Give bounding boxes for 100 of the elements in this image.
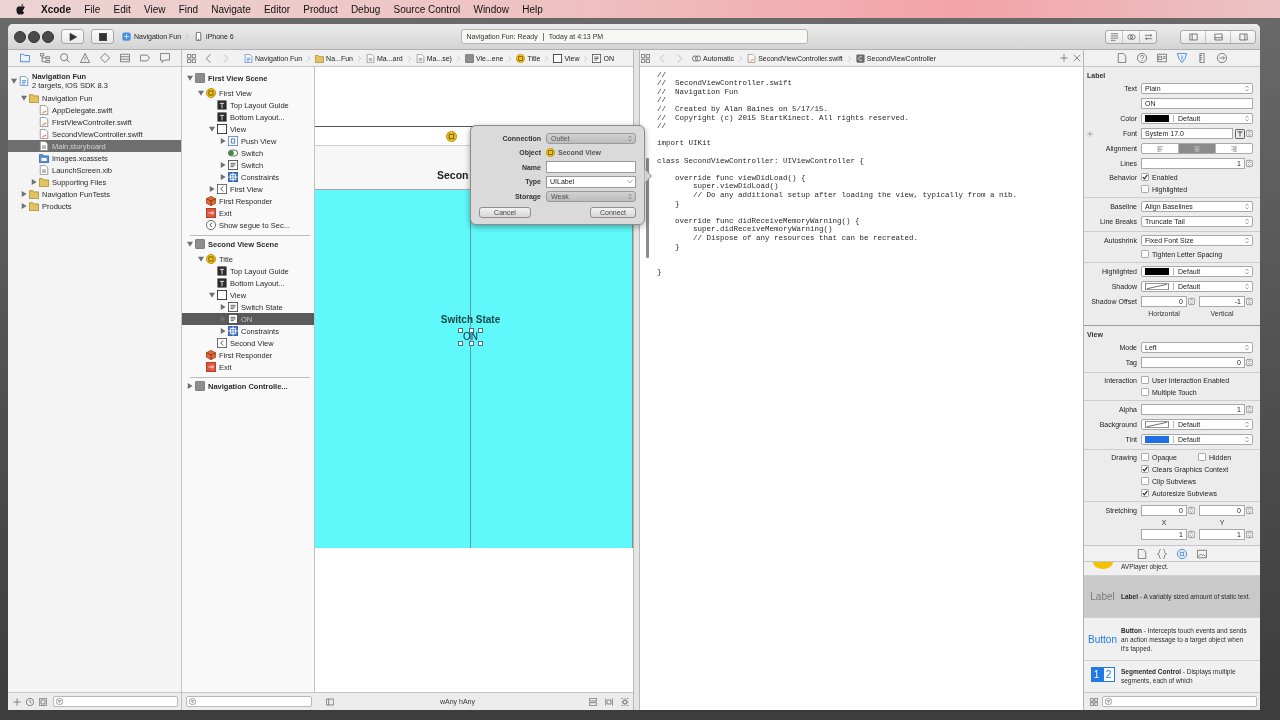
popup-arrows-icon	[1244, 218, 1250, 225]
grid-box-icon	[39, 697, 47, 706]
checkbox[interactable]	[1198, 453, 1206, 461]
disclosure-triangle-icon[interactable]	[11, 77, 17, 84]
canvas-label[interactable]: Switch State	[440, 314, 501, 326]
alignment-segment[interactable]	[1178, 144, 1215, 153]
disclosure-triangle-icon[interactable]	[220, 162, 226, 168]
disclosure-triangle-icon[interactable]	[209, 292, 215, 298]
navigator-tab[interactable]	[40, 53, 50, 63]
disclosure-triangle-icon[interactable]	[187, 241, 193, 247]
close-button[interactable]	[14, 30, 26, 43]
inspector-tab[interactable]	[1137, 53, 1147, 63]
view-icon	[217, 124, 227, 134]
name-field[interactable]	[546, 161, 636, 174]
menu-item[interactable]: Editor	[257, 3, 297, 15]
disclosure-triangle-icon[interactable]	[187, 75, 193, 81]
minimize-button[interactable]	[28, 30, 40, 43]
menu-item[interactable]: Product	[296, 3, 345, 15]
disclosure-triangle-icon[interactable]	[220, 138, 226, 144]
inspector-tab[interactable]	[1157, 53, 1167, 63]
file-icon	[39, 129, 49, 139]
assistant-editor-button[interactable]	[1122, 30, 1139, 43]
ruler-icon	[1197, 53, 1207, 63]
run-button[interactable]	[61, 29, 84, 44]
sidebar-right-icon	[1238, 32, 1248, 41]
canvas-label[interactable]: ON	[458, 328, 483, 346]
library-tab[interactable]	[1197, 548, 1207, 559]
filter-field[interactable]	[186, 696, 312, 707]
menu-item[interactable]: Find	[172, 3, 205, 15]
disclosure-triangle-icon[interactable]	[21, 203, 27, 209]
label-object-icon	[228, 314, 238, 324]
disclosure-triangle-icon[interactable]	[220, 174, 226, 180]
label-preview: Label	[1090, 591, 1115, 602]
checkbox[interactable]	[1141, 376, 1149, 384]
navigator-tab[interactable]	[100, 53, 110, 63]
checkbox[interactable]	[1141, 477, 1149, 485]
align-left-icon	[1156, 145, 1164, 152]
plus-icon	[1087, 130, 1093, 137]
disclosure-triangle-icon[interactable]	[31, 179, 37, 185]
panel-bottom-icon	[1213, 32, 1223, 41]
navigation-item-icon	[217, 184, 227, 194]
checkbox[interactable]	[1141, 465, 1149, 473]
chevron-right-icon	[406, 54, 412, 62]
stop-button[interactable]	[91, 29, 114, 44]
navigator-tab[interactable]	[160, 53, 170, 63]
checkbox[interactable]	[1141, 250, 1149, 258]
inspector-tab[interactable]	[1217, 53, 1227, 63]
popup-arrows-icon	[627, 134, 633, 142]
inspector-tab[interactable]	[1117, 53, 1127, 63]
disclosure-triangle-icon[interactable]	[220, 328, 226, 334]
disclosure-triangle-icon[interactable]	[198, 256, 204, 262]
chevron-right-icon	[185, 33, 191, 40]
checkbox[interactable]	[1141, 453, 1149, 461]
disclosure-triangle-icon[interactable]	[220, 304, 226, 310]
navigator-tab[interactable]	[140, 53, 150, 63]
disclosure-triangle-icon[interactable]	[209, 186, 215, 192]
constraints-icon	[228, 172, 238, 182]
inspector-tab[interactable]	[1177, 53, 1187, 63]
navigator-tab[interactable]	[60, 53, 70, 63]
disclosure-triangle-icon[interactable]	[198, 90, 204, 96]
filter-field[interactable]	[53, 696, 178, 707]
checkbox[interactable]	[1141, 173, 1149, 181]
inspector-tab[interactable]	[1197, 53, 1207, 63]
navigator-tab[interactable]	[120, 53, 130, 63]
chevron-right-icon	[455, 54, 461, 62]
stepper-icon	[1188, 505, 1195, 516]
disclosure-triangle-icon[interactable]	[209, 126, 215, 132]
menu-item[interactable]: File	[77, 3, 107, 15]
filter-field[interactable]	[1102, 696, 1257, 707]
folder-icon	[29, 93, 39, 103]
grid-icon	[187, 53, 196, 63]
zoom-button[interactable]	[42, 30, 54, 43]
checkbox[interactable]	[1141, 388, 1149, 396]
menu-item[interactable]: Help	[515, 3, 550, 15]
checkbox[interactable]	[1141, 185, 1149, 193]
disclosure-triangle-icon[interactable]	[21, 95, 27, 101]
menu-item[interactable]: Navigate	[204, 3, 258, 15]
grid-icon	[1090, 697, 1098, 706]
navigator-tab[interactable]	[80, 53, 90, 63]
menu-item[interactable]: Debug	[344, 3, 387, 15]
menu-item[interactable]: Edit	[106, 3, 138, 15]
menu-item[interactable]: Window	[466, 3, 516, 15]
cube-icon	[206, 350, 216, 360]
menu-item[interactable]: Source Control	[386, 3, 467, 15]
library-tab[interactable]	[1177, 548, 1187, 559]
library-tab[interactable]	[1137, 548, 1147, 559]
align-right-icon	[1230, 145, 1238, 152]
menu-item[interactable]: Xcode	[39, 3, 78, 15]
library-tab[interactable]	[1157, 548, 1167, 559]
project-icon	[19, 75, 29, 86]
chevron-right-icon	[221, 53, 230, 63]
stepper-icon	[1246, 128, 1253, 139]
navigator-tab[interactable]	[20, 53, 30, 63]
menu-item[interactable]: View	[137, 3, 173, 15]
close-icon	[1073, 54, 1081, 62]
rings-icon	[1126, 32, 1136, 41]
disclosure-triangle-icon[interactable]	[187, 383, 193, 389]
phone-icon	[194, 32, 204, 41]
disclosure-triangle-icon[interactable]	[21, 191, 27, 197]
checkbox[interactable]	[1141, 489, 1149, 497]
